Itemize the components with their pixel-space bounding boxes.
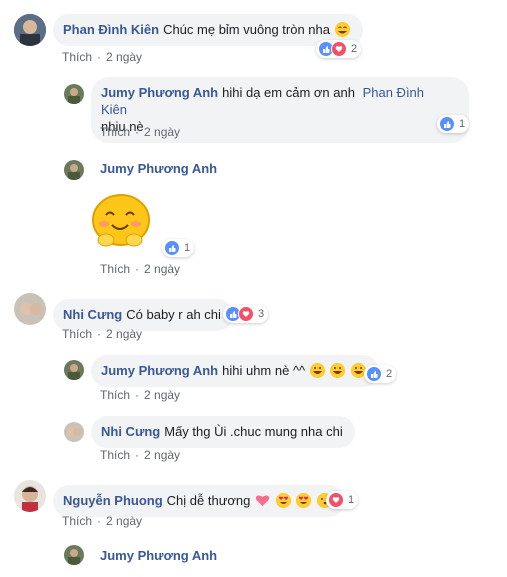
- reaction-summary[interactable]: 1: [437, 115, 470, 133]
- timestamp[interactable]: 2 ngày: [144, 448, 180, 462]
- reaction-count: 2: [351, 43, 358, 55]
- comment-author[interactable]: Jumy Phương Anh: [101, 85, 218, 100]
- comment-meta: Thích · 2 ngày: [62, 514, 143, 528]
- timestamp[interactable]: 2 ngày: [144, 262, 180, 276]
- timestamp[interactable]: 2 ngày: [106, 514, 142, 528]
- avatar-jumy-phuong-anh[interactable]: [64, 545, 84, 565]
- comment-text: Có baby r ah chi: [126, 307, 221, 322]
- timestamp[interactable]: 2 ngày: [106, 50, 142, 64]
- reaction-count: 1: [459, 118, 466, 130]
- avatar-phan-dinh-kien[interactable]: [14, 14, 46, 46]
- like-icon: [366, 366, 382, 382]
- love-icon: [238, 306, 254, 322]
- like-link[interactable]: Thích: [100, 262, 130, 276]
- comment-author[interactable]: Phan Đình Kiên: [63, 22, 159, 37]
- comment-text: Chị dễ thương: [166, 493, 251, 508]
- laugh-emoji-icon: [309, 363, 325, 378]
- comment-text: hihi uhm nè ^^: [222, 363, 306, 378]
- reaction-summary[interactable]: 2: [316, 40, 362, 58]
- comment-meta: Thích · 2 ngày: [100, 125, 181, 139]
- like-link[interactable]: Thích: [62, 514, 92, 528]
- avatar-jumy-phuong-anh[interactable]: [64, 84, 84, 104]
- comment-author[interactable]: Nhi Cưng: [63, 307, 122, 322]
- reaction-count: 2: [386, 368, 393, 380]
- comment-meta: Thích · 2 ngày: [100, 262, 181, 276]
- reaction-summary[interactable]: 3: [223, 305, 269, 323]
- comment-author[interactable]: Jumy Phương Anh: [100, 161, 217, 176]
- reaction-count: 3: [258, 308, 265, 320]
- comment-bubble: Phan Đình Kiên Chúc mẹ bỉm vuông tròn nha: [53, 14, 363, 46]
- reply-bubble: Nhi Cưng Mấy thg Ùi .chuc mung nha chi: [91, 416, 355, 448]
- comment-text: Mấy thg Ùi .chuc mung nha chi: [164, 424, 343, 439]
- like-link[interactable]: Thích: [100, 448, 130, 462]
- reaction-summary[interactable]: 1: [162, 239, 195, 257]
- comment-meta: Thích · 2 ngày: [100, 388, 181, 402]
- love-icon: [331, 41, 347, 57]
- avatar-jumy-phuong-anh[interactable]: [64, 360, 84, 380]
- reaction-count: 1: [184, 242, 191, 254]
- avatar-jumy-phuong-anh[interactable]: [64, 160, 84, 180]
- like-link[interactable]: Thích: [62, 327, 92, 341]
- heart-eyes-emoji-icon: [275, 493, 291, 508]
- like-icon: [439, 116, 455, 132]
- comment-text: Chúc mẹ bỉm vuông tròn nha: [163, 22, 330, 37]
- reaction-summary[interactable]: 1: [326, 491, 359, 509]
- reply-bubble: Jumy Phương Anh hihi uhm nè ^^: [91, 355, 380, 387]
- reaction-summary[interactable]: 2: [364, 365, 397, 383]
- timestamp[interactable]: 2 ngày: [144, 125, 180, 139]
- comment-author[interactable]: Jumy Phương Anh: [100, 548, 217, 563]
- love-icon: [328, 492, 344, 508]
- avatar-nguyen-phuong[interactable]: [14, 480, 46, 512]
- avatar-nhi-cung[interactable]: [14, 293, 46, 325]
- comment-text: hihi dạ em cảm ơn anh: [222, 85, 355, 100]
- comment-meta: Thích · 2 ngày: [100, 448, 181, 462]
- heart-emoji-icon: [255, 493, 270, 508]
- avatar-nhi-cung[interactable]: [64, 422, 84, 442]
- timestamp[interactable]: 2 ngày: [144, 388, 180, 402]
- like-link[interactable]: Thích: [62, 50, 92, 64]
- comment-author[interactable]: Jumy Phương Anh: [101, 363, 218, 378]
- comment-author[interactable]: Nguyễn Phuong: [63, 493, 163, 508]
- comment-meta: Thích · 2 ngày: [62, 327, 143, 341]
- like-icon: [164, 240, 180, 256]
- timestamp[interactable]: 2 ngày: [106, 327, 142, 341]
- like-link[interactable]: Thích: [100, 125, 130, 139]
- comment-bubble: Nguyễn Phuong Chị dễ thương: [53, 485, 345, 517]
- laugh-emoji-icon: [334, 22, 350, 37]
- sticker-icon: [86, 190, 156, 250]
- reaction-count: 1: [348, 494, 355, 506]
- comment-author[interactable]: Nhi Cưng: [101, 424, 160, 439]
- like-link[interactable]: Thích: [100, 388, 130, 402]
- comment-meta: Thích · 2 ngày: [62, 50, 143, 64]
- heart-eyes-emoji-icon: [296, 493, 312, 508]
- laugh-emoji-icon: [330, 363, 346, 378]
